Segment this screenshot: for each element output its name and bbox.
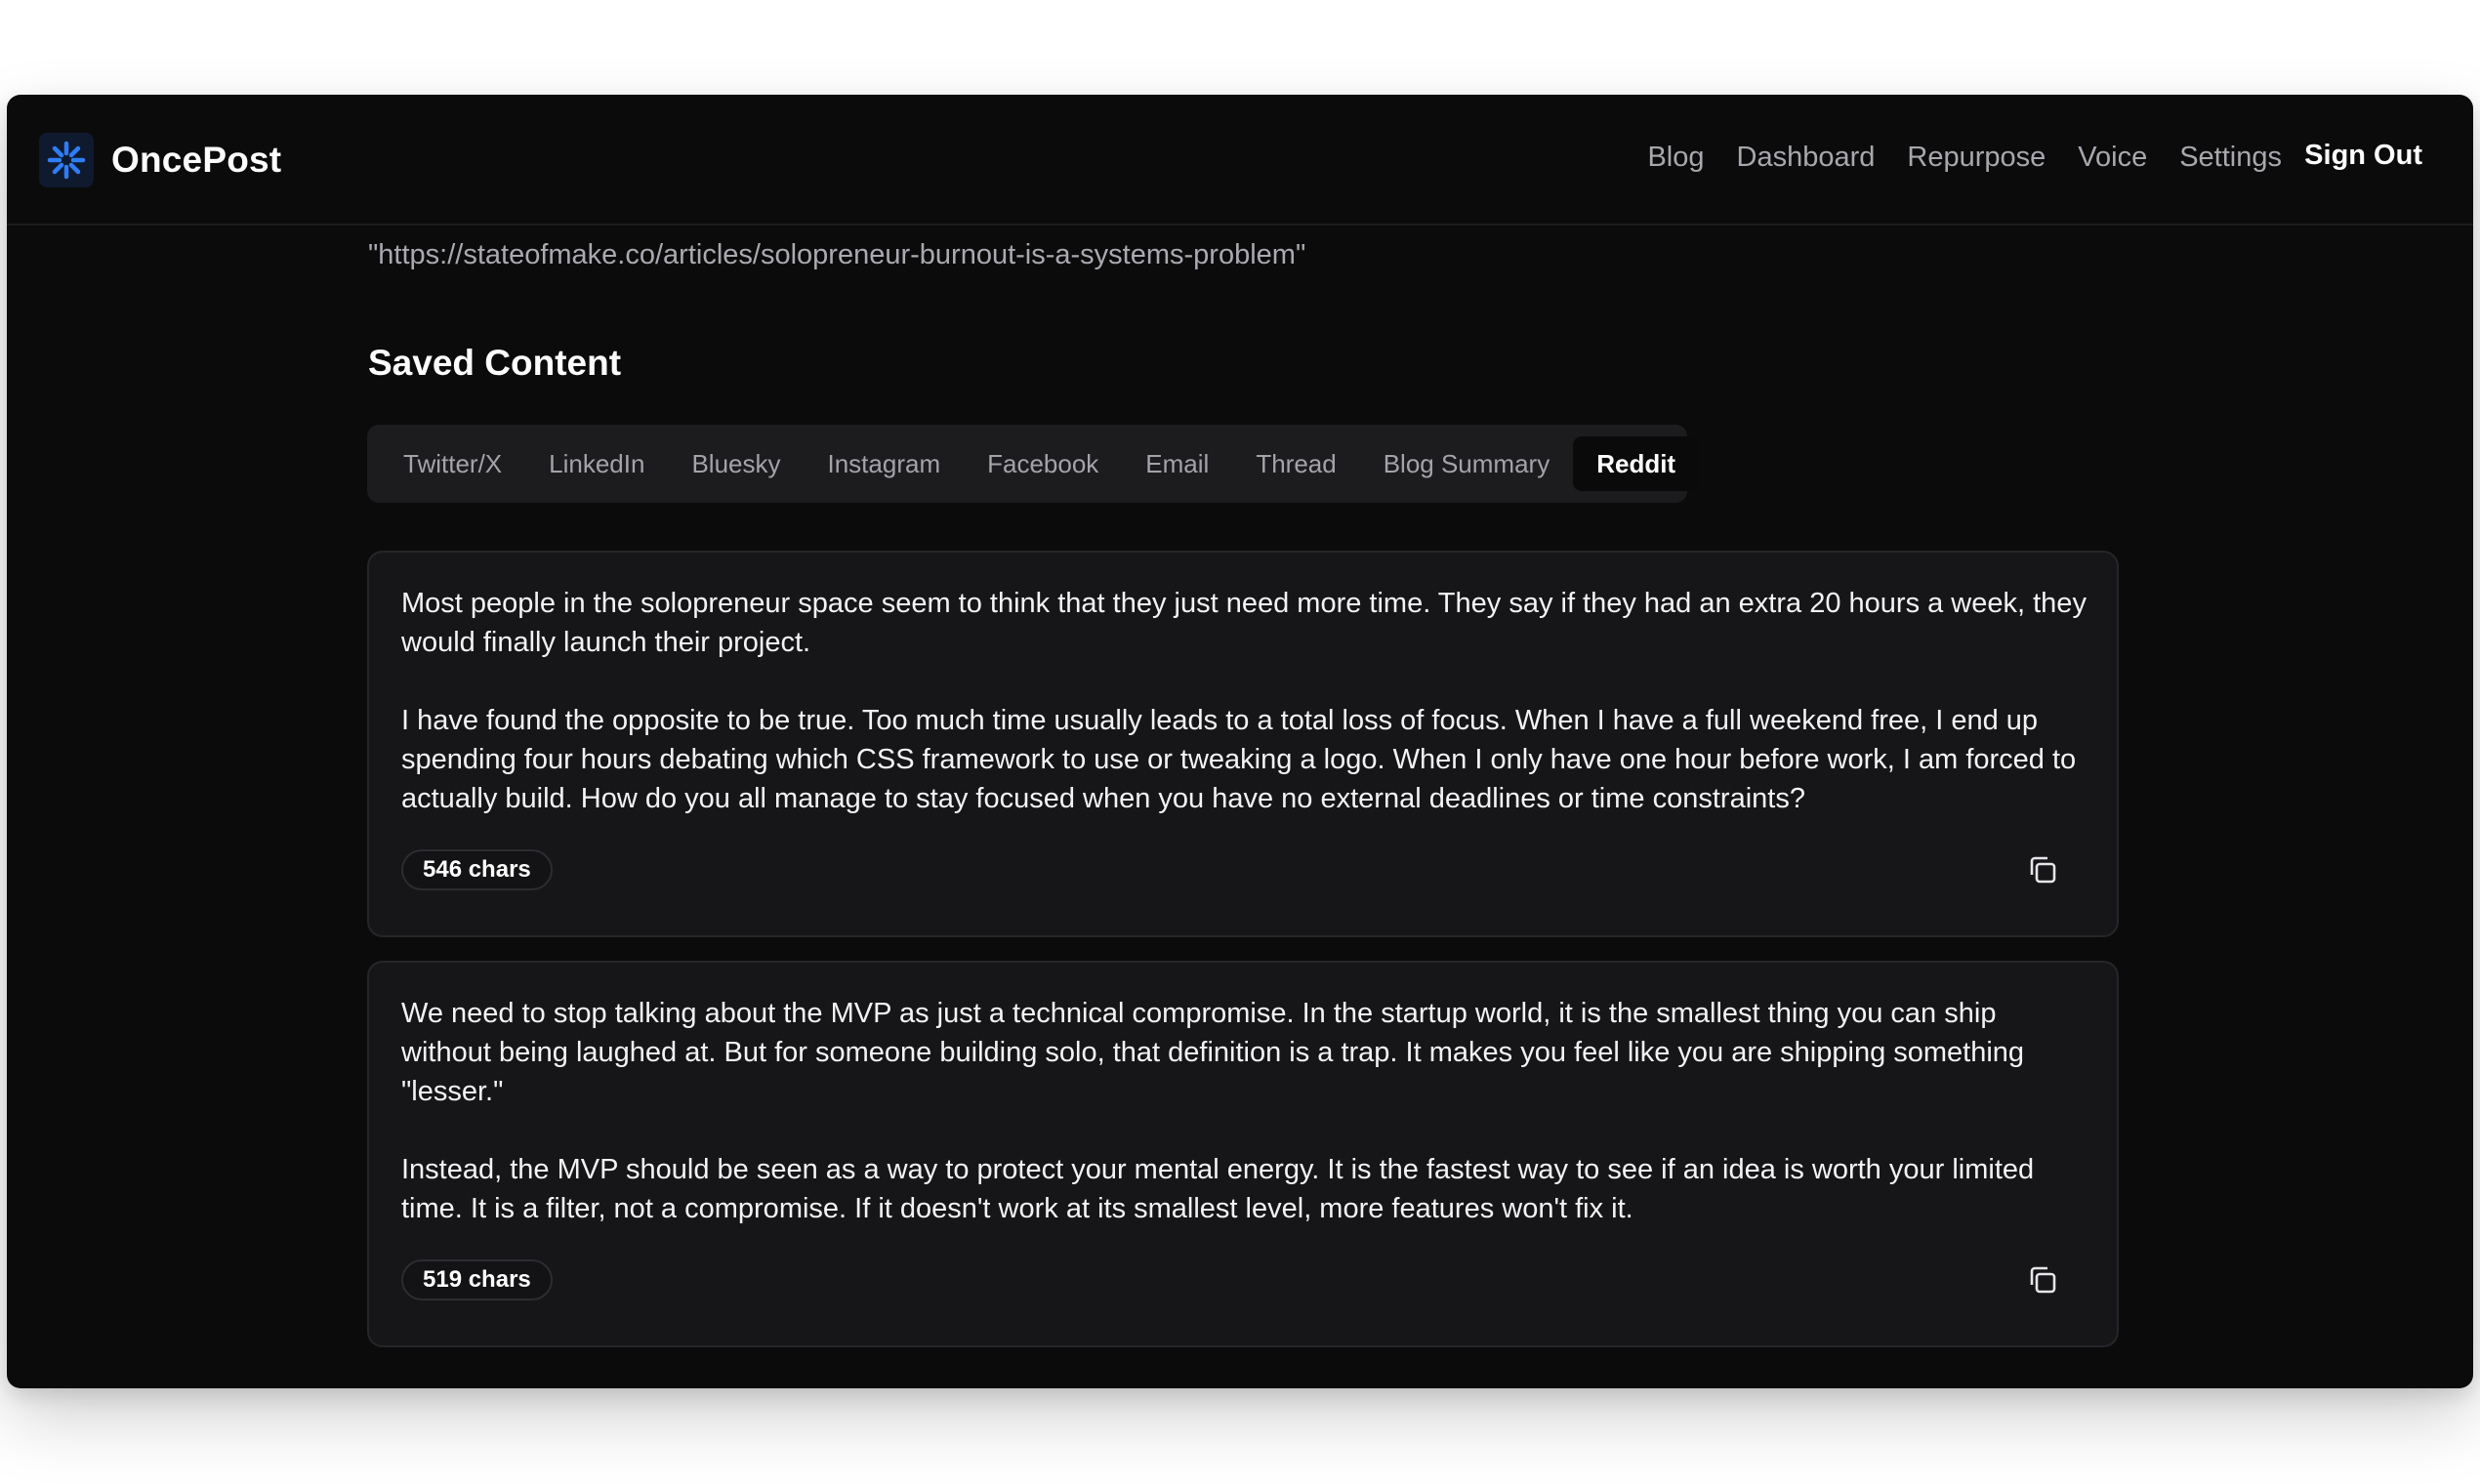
platform-tabs: Twitter/X LinkedIn Bluesky Instagram Fac… (367, 425, 1700, 503)
post-paragraph: I have found the opposite to be true. To… (401, 705, 2077, 814)
tab-instagram[interactable]: Instagram (805, 436, 965, 491)
post-paragraph: Instead, the MVP should be seen as a way… (401, 1154, 2035, 1224)
screen: OncePost Blog Dashboard Repurpose Voice … (0, 0, 2480, 1484)
content-card: Most people in the solopreneur space see… (367, 551, 2119, 937)
copy-icon[interactable] (2023, 1260, 2062, 1299)
tab-facebook[interactable]: Facebook (964, 436, 1122, 491)
nav-link-dashboard[interactable]: Dashboard (1737, 142, 1876, 174)
main-nav: Blog Dashboard Repurpose Voice Settings (1647, 142, 2282, 174)
sparkle-asterisk-icon (39, 133, 94, 187)
tab-linkedin[interactable]: LinkedIn (525, 436, 668, 491)
char-count-badge: 546 chars (401, 849, 553, 890)
nav-link-repurpose[interactable]: Repurpose (1907, 142, 2046, 174)
app-window: OncePost Blog Dashboard Repurpose Voice … (7, 95, 2473, 1388)
post-paragraph: Most people in the solopreneur space see… (401, 588, 2087, 658)
post-paragraph: We need to stop talking about the MVP as… (401, 998, 2025, 1107)
tab-thread[interactable]: Thread (1232, 436, 1359, 491)
post-text: Most people in the solopreneur space see… (401, 584, 2090, 818)
tab-blog-summary[interactable]: Blog Summary (1360, 436, 1574, 491)
nav-link-blog[interactable]: Blog (1647, 142, 1704, 174)
content-card: We need to stop talking about the MVP as… (367, 961, 2119, 1347)
tab-twitter-x[interactable]: Twitter/X (380, 436, 525, 491)
tab-email[interactable]: Email (1122, 436, 1232, 491)
brand-name: OncePost (111, 140, 282, 180)
brand[interactable]: OncePost (39, 133, 281, 187)
tab-reddit[interactable]: Reddit (1573, 436, 1700, 491)
nav-link-settings[interactable]: Settings (2179, 142, 2282, 174)
sign-out-button[interactable]: Sign Out (2304, 140, 2422, 172)
post-text: We need to stop talking about the MVP as… (401, 994, 2090, 1228)
char-count-badge: 519 chars (401, 1259, 553, 1300)
source-url: "https://stateofmake.co/articles/solopre… (368, 239, 1306, 270)
copy-icon[interactable] (2023, 850, 2062, 889)
tab-bluesky[interactable]: Bluesky (668, 436, 804, 491)
saved-content-title: Saved Content (368, 343, 622, 383)
nav-link-voice[interactable]: Voice (2078, 142, 2147, 174)
top-navigation-bar: OncePost Blog Dashboard Repurpose Voice … (7, 95, 2473, 226)
